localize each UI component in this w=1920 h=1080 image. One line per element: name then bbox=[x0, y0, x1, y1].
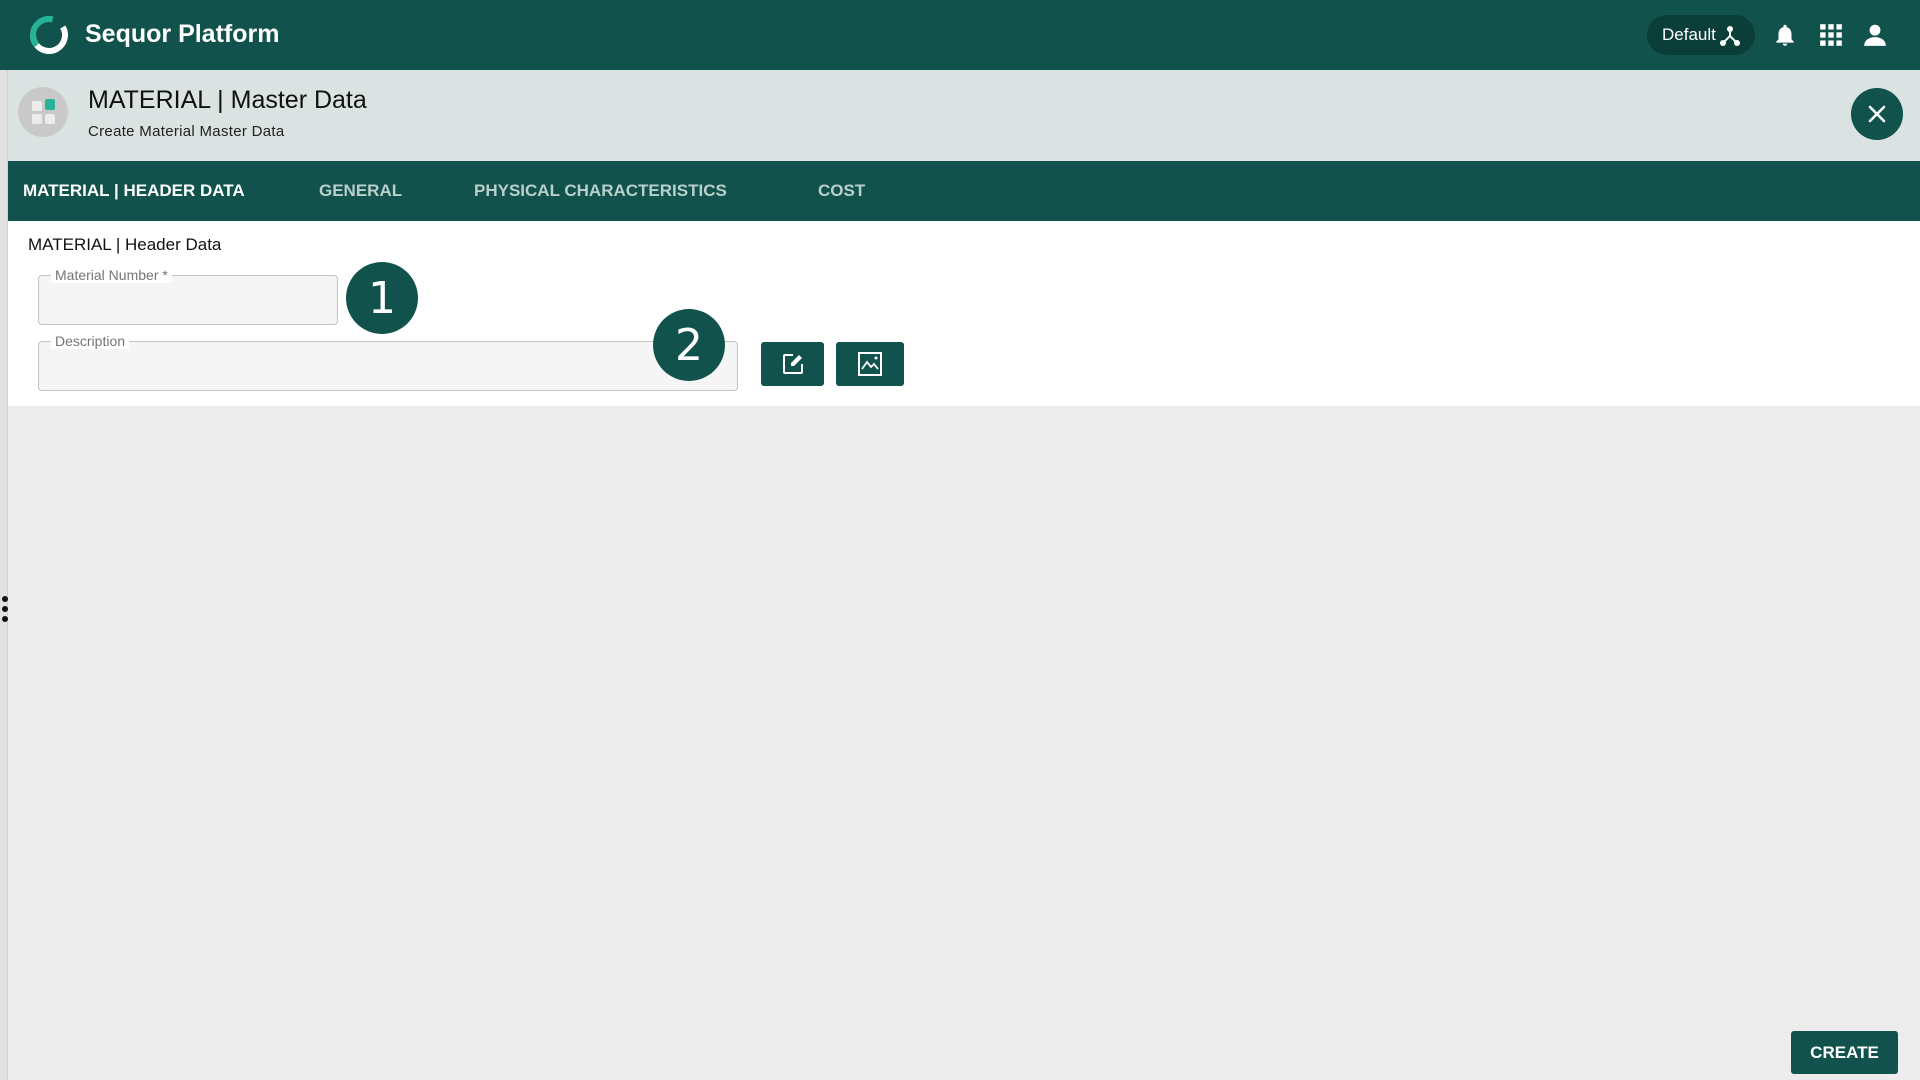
tab-general[interactable]: GENERAL bbox=[319, 161, 402, 221]
page-subtitle: Create Material Master Data bbox=[88, 123, 285, 140]
left-gutter bbox=[0, 70, 8, 1080]
material-number-label: Material Number * bbox=[51, 267, 172, 283]
section-title: MATERIAL | Header Data bbox=[28, 235, 222, 254]
app-title[interactable]: Sequor Platform bbox=[85, 20, 279, 49]
edit-description-button[interactable] bbox=[761, 342, 824, 386]
close-button[interactable] bbox=[1851, 88, 1903, 140]
close-icon bbox=[1868, 105, 1886, 123]
annotation-marker-2: 2 bbox=[653, 309, 725, 381]
apps-grid-icon[interactable] bbox=[1818, 22, 1844, 48]
header-data-form: MATERIAL | Header Data Material Number *… bbox=[8, 221, 1920, 406]
sequor-logo-icon[interactable] bbox=[28, 14, 70, 56]
page-header: MATERIAL | Master Data Create Material M… bbox=[8, 70, 1920, 161]
tab-material-header-data[interactable]: MATERIAL | HEADER DATA bbox=[23, 161, 245, 221]
description-input[interactable] bbox=[39, 342, 737, 390]
tab-cost[interactable]: COST bbox=[818, 161, 865, 221]
page-title: MATERIAL | Master Data bbox=[88, 86, 367, 114]
description-label: Description bbox=[51, 333, 130, 349]
org-selector[interactable]: Default bbox=[1647, 15, 1755, 55]
create-button[interactable]: CREATE bbox=[1791, 1031, 1898, 1074]
network-icon bbox=[1720, 26, 1740, 46]
image-icon bbox=[858, 352, 882, 376]
edit-icon bbox=[782, 354, 803, 374]
tab-bar: MATERIAL | HEADER DATA GENERAL PHYSICAL … bbox=[8, 161, 1920, 221]
image-button[interactable] bbox=[836, 342, 904, 386]
description-field: Description bbox=[38, 333, 738, 391]
tab-physical-characteristics[interactable]: PHYSICAL CHARACTERISTICS bbox=[474, 161, 727, 221]
annotation-marker-1: 1 bbox=[346, 262, 418, 334]
module-avatar bbox=[18, 87, 68, 137]
material-number-field: Material Number * bbox=[38, 267, 338, 325]
module-grid-icon bbox=[32, 99, 55, 124]
drawer-handle-icon[interactable] bbox=[1, 594, 9, 624]
top-bar: Sequor Platform Default bbox=[0, 0, 1920, 70]
bell-icon[interactable] bbox=[1772, 22, 1798, 48]
user-icon[interactable] bbox=[1862, 22, 1888, 48]
material-number-input[interactable] bbox=[39, 276, 337, 324]
org-selector-label: Default bbox=[1662, 25, 1716, 44]
